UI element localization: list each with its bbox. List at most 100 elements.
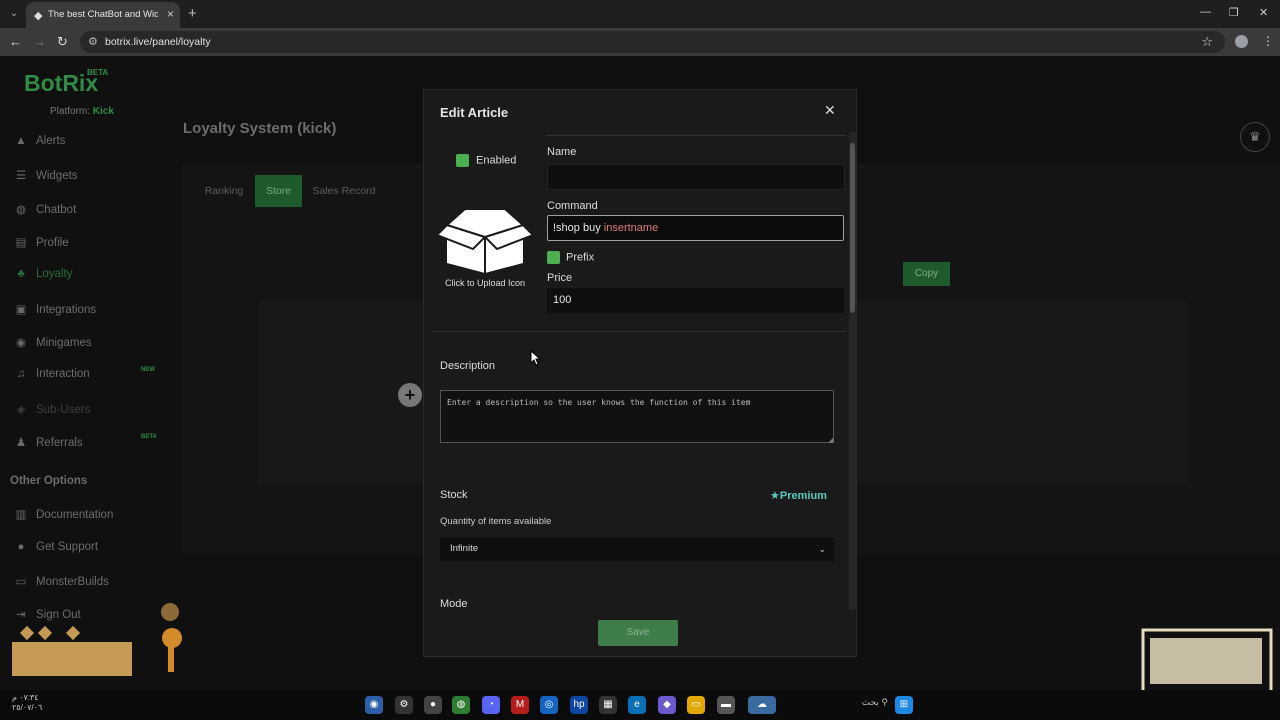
logo-beta-badge: BETA <box>87 68 109 77</box>
description-textarea[interactable]: Enter a description so the user knows th… <box>440 390 834 443</box>
sidebar-item-profile[interactable]: ▤ Profile <box>14 235 69 249</box>
channel-watermark-logo <box>12 603 182 676</box>
browser-menu-icon[interactable]: ⋮ <box>1262 34 1274 48</box>
file-explorer-taskbar-icon[interactable]: ▭ <box>687 696 705 714</box>
bookmark-star-icon[interactable]: ☆ <box>1201 34 1213 50</box>
sidebar-item-label: Get Support <box>36 541 99 553</box>
browser-tab[interactable]: ◆ The best ChatBot and Widgets × <box>26 2 180 28</box>
botrix-favicon-icon: ◆ <box>34 10 43 22</box>
tab-ranking[interactable]: Ranking <box>194 175 254 207</box>
sidebar-item-integrations[interactable]: ▣ Integrations <box>14 302 97 316</box>
save-button[interactable]: Save <box>598 620 678 646</box>
upload-icon-label[interactable]: Click to Upload Icon <box>445 278 525 288</box>
mouse-cursor-icon <box>530 350 540 366</box>
tab-close-icon[interactable]: × <box>167 7 174 21</box>
mode-label: Mode <box>440 598 468 610</box>
name-label: Name <box>547 146 577 158</box>
box-upload-icon[interactable] <box>437 205 533 277</box>
earth-taskbar-icon[interactable]: ◎ <box>540 696 558 714</box>
sidebar-item-get-support[interactable]: ● Get Support <box>14 541 99 553</box>
sidebar-item-referrals[interactable]: ♟ Referrals <box>14 435 83 449</box>
command-prefix-text: !shop buy <box>553 222 604 234</box>
platform-indicator: Platform: Kick <box>50 106 114 117</box>
sidebar-item-label: Sub-Users <box>36 404 91 416</box>
browser-taskbar-icon[interactable]: ◍ <box>452 696 470 714</box>
sidebar-item-label: Minigames <box>36 337 92 349</box>
edge-taskbar-icon[interactable]: e <box>628 696 646 714</box>
sidebar-item-interaction[interactable]: ♫ Interaction <box>14 368 90 380</box>
sidebar-item-documentation[interactable]: ▥ Documentation <box>14 507 114 521</box>
hp-taskbar-icon[interactable]: hp <box>570 696 588 714</box>
close-icon[interactable]: ✕ <box>824 102 836 119</box>
sidebar-item-label: Integrations <box>36 304 97 316</box>
windows-start-icon[interactable]: ⊞ <box>895 696 913 714</box>
name-input[interactable] <box>547 164 845 190</box>
chevron-down-icon: ⌄ <box>818 544 826 554</box>
app2-taskbar-icon[interactable]: ▬ <box>717 696 735 714</box>
premium-badge[interactable]: ★Premium <box>770 489 827 502</box>
discord-taskbar-icon[interactable]: ◔ <box>482 696 500 714</box>
copy-button[interactable]: Copy <box>903 262 950 286</box>
enabled-checkbox[interactable]: Enabled <box>456 154 516 167</box>
crown-avatar-icon[interactable]: ♛ <box>1240 122 1270 152</box>
sidebar-item-monsterbuilds[interactable]: ▭ MonsterBuilds <box>14 574 109 588</box>
book-icon: ▥ <box>15 509 27 521</box>
address-bar[interactable]: ⚙ botrix.live/panel/loyalty ☆ <box>80 31 1225 53</box>
sidebar-item-sub-users[interactable]: ◈ Sub-Users <box>14 402 91 416</box>
price-input[interactable]: 100 <box>547 288 844 313</box>
widgets-icon: ☰ <box>15 170 27 182</box>
prefix-checkbox[interactable]: Prefix <box>547 251 594 264</box>
quantity-label: Quantity of items available <box>440 516 552 527</box>
tab-sales-record[interactable]: Sales Record <box>304 175 384 207</box>
browser-tab-bar: ⌄ ◆ The best ChatBot and Widgets × + — ❐… <box>0 0 1280 28</box>
other-options-heading: Other Options <box>10 475 88 487</box>
back-icon[interactable]: ← <box>9 34 22 49</box>
sidebar-item-label: Interaction <box>36 368 90 380</box>
sidebar-item-minigames[interactable]: ◉ Minigames <box>14 335 92 349</box>
profile-avatar[interactable] <box>1235 35 1248 48</box>
reload-icon[interactable]: ↻ <box>57 34 68 50</box>
profile-icon: ▤ <box>15 237 27 249</box>
sidebar-item-chatbot[interactable]: ◍ Chatbot <box>14 202 76 216</box>
restore-icon[interactable]: ❐ <box>1229 6 1239 19</box>
address-toolbar: ← → ↻ ⚙ botrix.live/panel/loyalty ☆ <box>0 28 1280 56</box>
quantity-select[interactable]: Infinite ⌄ <box>440 537 834 561</box>
mcafee-taskbar-icon[interactable]: M <box>511 696 529 714</box>
command-input[interactable]: !shop buy insertname <box>547 215 844 241</box>
tab-store[interactable]: Store <box>255 175 302 207</box>
scrollbar-thumb[interactable] <box>850 143 855 313</box>
clock-date: ٢٥/٠٧/٠٦ <box>12 703 43 712</box>
price-label: Price <box>547 272 573 284</box>
sidebar-item-label: Widgets <box>36 170 78 182</box>
taskbar-clock[interactable]: ٠٧:٣٤ م ٢٥/٠٧/٠٦ <box>12 693 42 713</box>
add-item-plus-icon[interactable]: + <box>398 383 422 407</box>
new-tab-plus-icon[interactable]: + <box>188 5 197 22</box>
tab-search-chevron-icon[interactable]: ⌄ <box>6 6 22 22</box>
checkbox-checked-icon[interactable] <box>547 251 560 264</box>
divider <box>546 135 846 136</box>
warning-icon: ▲ <box>15 135 27 147</box>
quantity-value: Infinite <box>450 543 478 554</box>
window-close-icon[interactable]: ✕ <box>1259 6 1268 19</box>
page-title: Loyalty System (kick) <box>183 120 337 137</box>
integrations-icon: ▣ <box>15 304 27 316</box>
sidebar-item-alerts[interactable]: ▲ Alerts <box>14 135 65 147</box>
resize-handle-icon[interactable]: ◢ <box>828 436 833 444</box>
copilot-taskbar-icon[interactable]: ◆ <box>658 696 676 714</box>
taskbar-search[interactable]: بحث ⚲ <box>810 697 888 713</box>
star-icon: ★ <box>770 490 780 502</box>
forward-icon[interactable]: → <box>33 34 46 49</box>
weather-taskbar-icon[interactable]: ☁ <box>748 696 776 714</box>
minimize-icon[interactable]: — <box>1200 6 1211 18</box>
beta-badge: BETA <box>141 434 157 440</box>
sidebar-item-label: Documentation <box>36 509 114 521</box>
sidebar-item-widgets[interactable]: ☰ Widgets <box>14 168 78 182</box>
sidebar-item-loyalty[interactable]: ♣ Loyalty <box>14 268 72 280</box>
site-info-icon[interactable]: ⚙ <box>88 35 98 48</box>
sidebar-item-label: Referrals <box>36 437 83 449</box>
store-taskbar-icon[interactable]: ▦ <box>599 696 617 714</box>
chrome-taskbar-icon[interactable]: ◉ <box>365 696 383 714</box>
app-taskbar-icon[interactable]: ● <box>424 696 442 714</box>
settings-taskbar-icon[interactable]: ⚙ <box>395 696 413 714</box>
checkbox-checked-icon[interactable] <box>456 154 469 167</box>
